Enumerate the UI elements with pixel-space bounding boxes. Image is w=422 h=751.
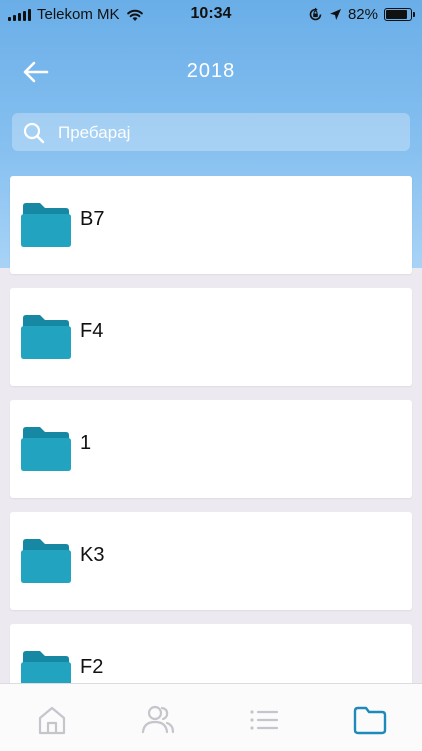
page-title: 2018 <box>186 60 236 82</box>
tab-folders[interactable] <box>352 702 388 738</box>
navigation-bar: 2018 <box>0 48 422 96</box>
search-input[interactable] <box>56 113 400 153</box>
folder-item-k3[interactable]: K3 <box>10 512 412 610</box>
folder-icon <box>21 203 71 247</box>
folder-name: F4 <box>80 320 104 342</box>
folder-name: B7 <box>80 208 105 230</box>
folder-name: F2 <box>80 656 104 678</box>
list-icon <box>250 710 279 730</box>
folder-item-f4[interactable]: F4 <box>10 288 412 386</box>
folder-name: 1 <box>80 432 92 454</box>
folder-item-b7[interactable]: B7 <box>10 176 412 274</box>
tab-list[interactable] <box>246 702 282 738</box>
folder-icon <box>21 427 71 471</box>
battery-percent: 82% <box>347 6 378 23</box>
tab-home[interactable] <box>34 702 70 738</box>
search-icon <box>23 122 45 144</box>
orientation-lock-icon <box>309 7 322 21</box>
folder-icon <box>21 539 71 583</box>
users-icon <box>141 705 175 734</box>
folder-icon <box>353 706 387 735</box>
location-icon <box>329 9 341 20</box>
folder-icon <box>21 315 71 359</box>
tab-users[interactable] <box>140 702 176 738</box>
folder-item-1[interactable]: 1 <box>10 400 412 498</box>
battery-icon <box>384 8 415 21</box>
home-icon <box>38 706 66 735</box>
search-bar[interactable] <box>12 113 410 153</box>
tab-bar <box>0 683 422 751</box>
status-bar: Telekom MK 10:34 82% <box>0 0 422 30</box>
folder-name: K3 <box>80 544 105 566</box>
